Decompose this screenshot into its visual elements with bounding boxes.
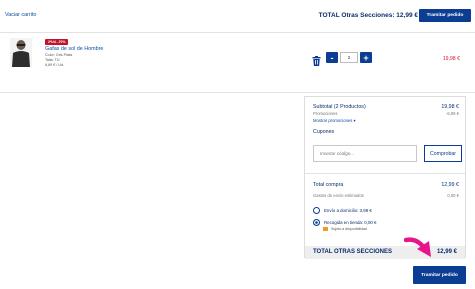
empty-cart-link[interactable]: Vaciar carrito — [5, 12, 36, 18]
store-pickup-label: Recogida en tienda: 0,00 € — [324, 220, 377, 225]
quantity-increase-button[interactable]: + — [360, 52, 372, 63]
availability-note: Sujeto a disponibilidad — [323, 227, 367, 231]
coupons-title: Cupones — [313, 129, 335, 135]
line-total-price: 19,98 € — [442, 56, 460, 62]
shipping-value: 0,00 € — [447, 193, 459, 198]
cart-item: 2ªUd. -70% Gafas de sol de Hombre Color:… — [0, 33, 475, 92]
product-name-link[interactable]: Gafas de sol de Hombre — [45, 46, 103, 52]
plus-icon: + — [363, 52, 369, 63]
show-promotions-label: Mostrar promociones — [313, 118, 353, 123]
grand-total-value: 12,99 € — [436, 249, 457, 255]
promotions-value: -6,99 € — [445, 111, 459, 116]
divider — [0, 92, 475, 93]
subtotal-label: Subtotal (2 Productos) — [313, 104, 366, 110]
promotions-label: Promociones — [313, 111, 338, 116]
home-delivery-label: Envío a domicilio: 3,99 € — [324, 208, 372, 213]
cart-header: Vaciar carrito TOTAL Otras Secciones: 12… — [0, 0, 475, 36]
shipping-row: Gastos de envío estimados 0,00 € — [313, 193, 459, 198]
home-delivery-option[interactable]: Envío a domicilio: 3,99 € — [313, 207, 372, 214]
order-summary: Subtotal (2 Productos) 19,98 € Promocion… — [304, 96, 466, 259]
arrow-icon — [403, 235, 436, 261]
minus-icon: - — [330, 52, 334, 63]
check-coupon-button[interactable]: Comprobar — [424, 145, 462, 162]
header-total: TOTAL Otras Secciones: 12,99 € — [318, 12, 418, 19]
checkout-button-top[interactable]: Tramitar pedido — [419, 9, 471, 22]
product-size: Talla: TU — [45, 58, 60, 62]
total-value: 12,99 € — [441, 182, 459, 188]
subtotal-value: 19,98 € — [441, 104, 459, 110]
subtotal-row: Subtotal (2 Productos) 19,98 € — [313, 104, 459, 110]
total-label: Total compra — [313, 182, 344, 188]
grand-total-label: TOTAL OTRAS SECCIONES — [313, 249, 393, 255]
product-unit-price: 6,89 € / Ud. — [45, 63, 65, 67]
show-promotions-link[interactable]: Mostrar promociones ▾ — [313, 118, 356, 123]
availability-label: Sujeto a disponibilidad — [331, 227, 367, 231]
trash-icon[interactable] — [312, 53, 321, 66]
checkout-button-bottom[interactable]: Tramitar pedido — [413, 266, 466, 284]
package-icon — [323, 227, 328, 231]
product-image[interactable] — [10, 38, 32, 67]
coupon-input[interactable] — [313, 145, 417, 162]
grand-total-bar: TOTAL OTRAS SECCIONES 12,99 € — [305, 246, 465, 259]
total-row: Total compra 12,99 € — [313, 182, 459, 188]
store-pickup-option[interactable]: Recogida en tienda: 0,00 € — [313, 219, 376, 226]
promotions-row: Promociones -6,99 € — [313, 111, 459, 116]
summary-divider — [305, 173, 465, 174]
quantity-input[interactable] — [340, 52, 358, 63]
promo-badge: 2ªUd. -70% — [45, 39, 69, 45]
radio-button[interactable] — [313, 207, 320, 214]
quantity-decrease-button[interactable]: - — [326, 52, 338, 63]
radio-button-selected[interactable] — [313, 219, 320, 226]
product-color: Color: Gris Plata — [45, 53, 73, 57]
chevron-down-icon: ▾ — [353, 118, 356, 123]
shipping-label: Gastos de envío estimados — [313, 193, 364, 198]
